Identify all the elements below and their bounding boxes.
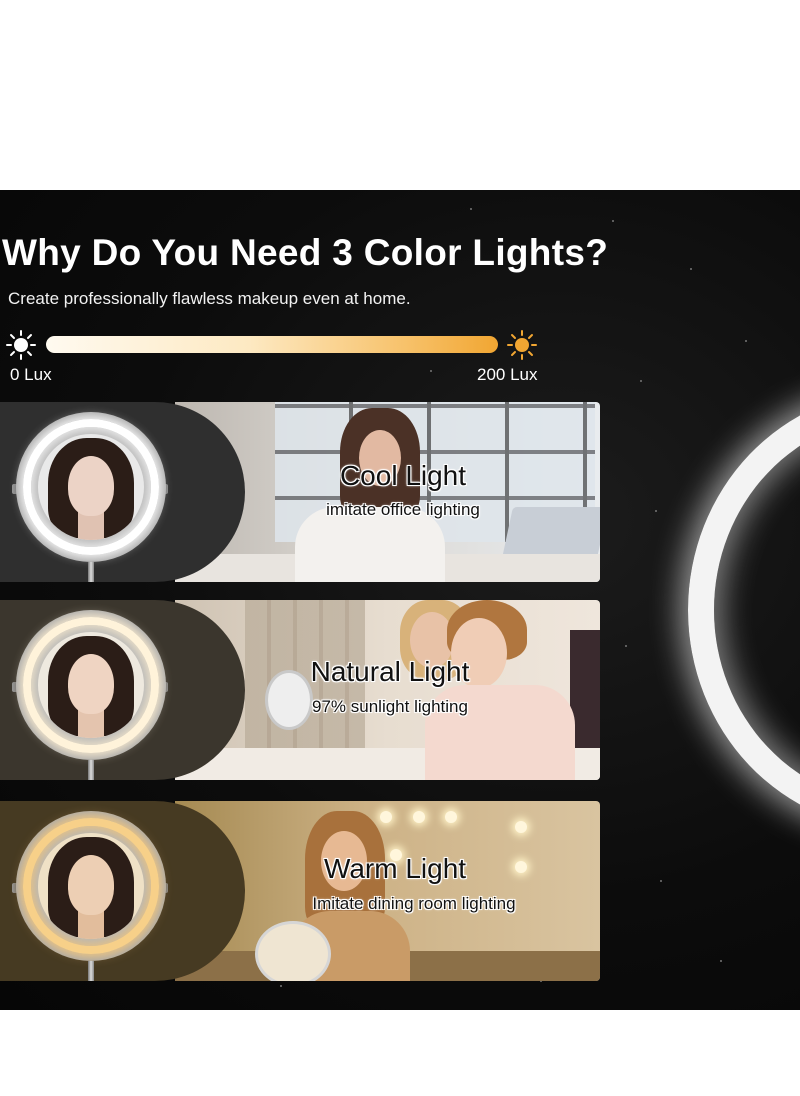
mirror-stand (88, 961, 94, 981)
mirror-cool-light (16, 412, 166, 562)
page-subtitle: Create professionally flawless makeup ev… (8, 289, 411, 308)
star (720, 960, 722, 962)
mirror-reflection (38, 434, 144, 540)
page-title: Why Do You Need 3 Color Lights? (2, 232, 609, 273)
lux-gradient-bar (46, 336, 498, 353)
natural-light-panel: Natural Light 97% sunlight lighting (0, 600, 600, 780)
panel-title: Cool Light (339, 460, 467, 491)
star (745, 340, 747, 342)
banner: Why Do You Need 3 Color Lights? Create p… (0, 190, 800, 1010)
star (660, 880, 662, 882)
mirror-natural-light (16, 610, 166, 760)
cool-light-panel: Cool Light imitate office lighting (0, 402, 600, 582)
star (612, 220, 614, 222)
star (625, 645, 627, 647)
lux-min-label: 0 Lux (10, 365, 52, 384)
star (690, 268, 692, 270)
warm-light-panel: Warm Light Imitate dining room lighting (0, 801, 600, 981)
panel-description: Imitate dining room lighting (312, 894, 516, 913)
panel-description: imitate office lighting (326, 500, 480, 519)
star (430, 370, 432, 372)
sun-orange-icon (507, 330, 537, 360)
sun-white-icon (6, 330, 36, 360)
panel-description: 97% sunlight lighting (312, 697, 468, 716)
star (470, 208, 472, 210)
mirror-stand (88, 562, 94, 582)
star (280, 985, 282, 987)
mirror-reflection (38, 632, 144, 738)
panel-title: Natural Light (310, 656, 470, 687)
lux-max-label: 200 Lux (477, 365, 538, 384)
mirror-stand (88, 760, 94, 780)
mirror-warm-light (16, 811, 166, 961)
large-light-ring (688, 390, 800, 830)
star (640, 380, 642, 382)
star (655, 510, 657, 512)
mirror-reflection (38, 833, 144, 939)
panel-title: Warm Light (323, 853, 467, 884)
